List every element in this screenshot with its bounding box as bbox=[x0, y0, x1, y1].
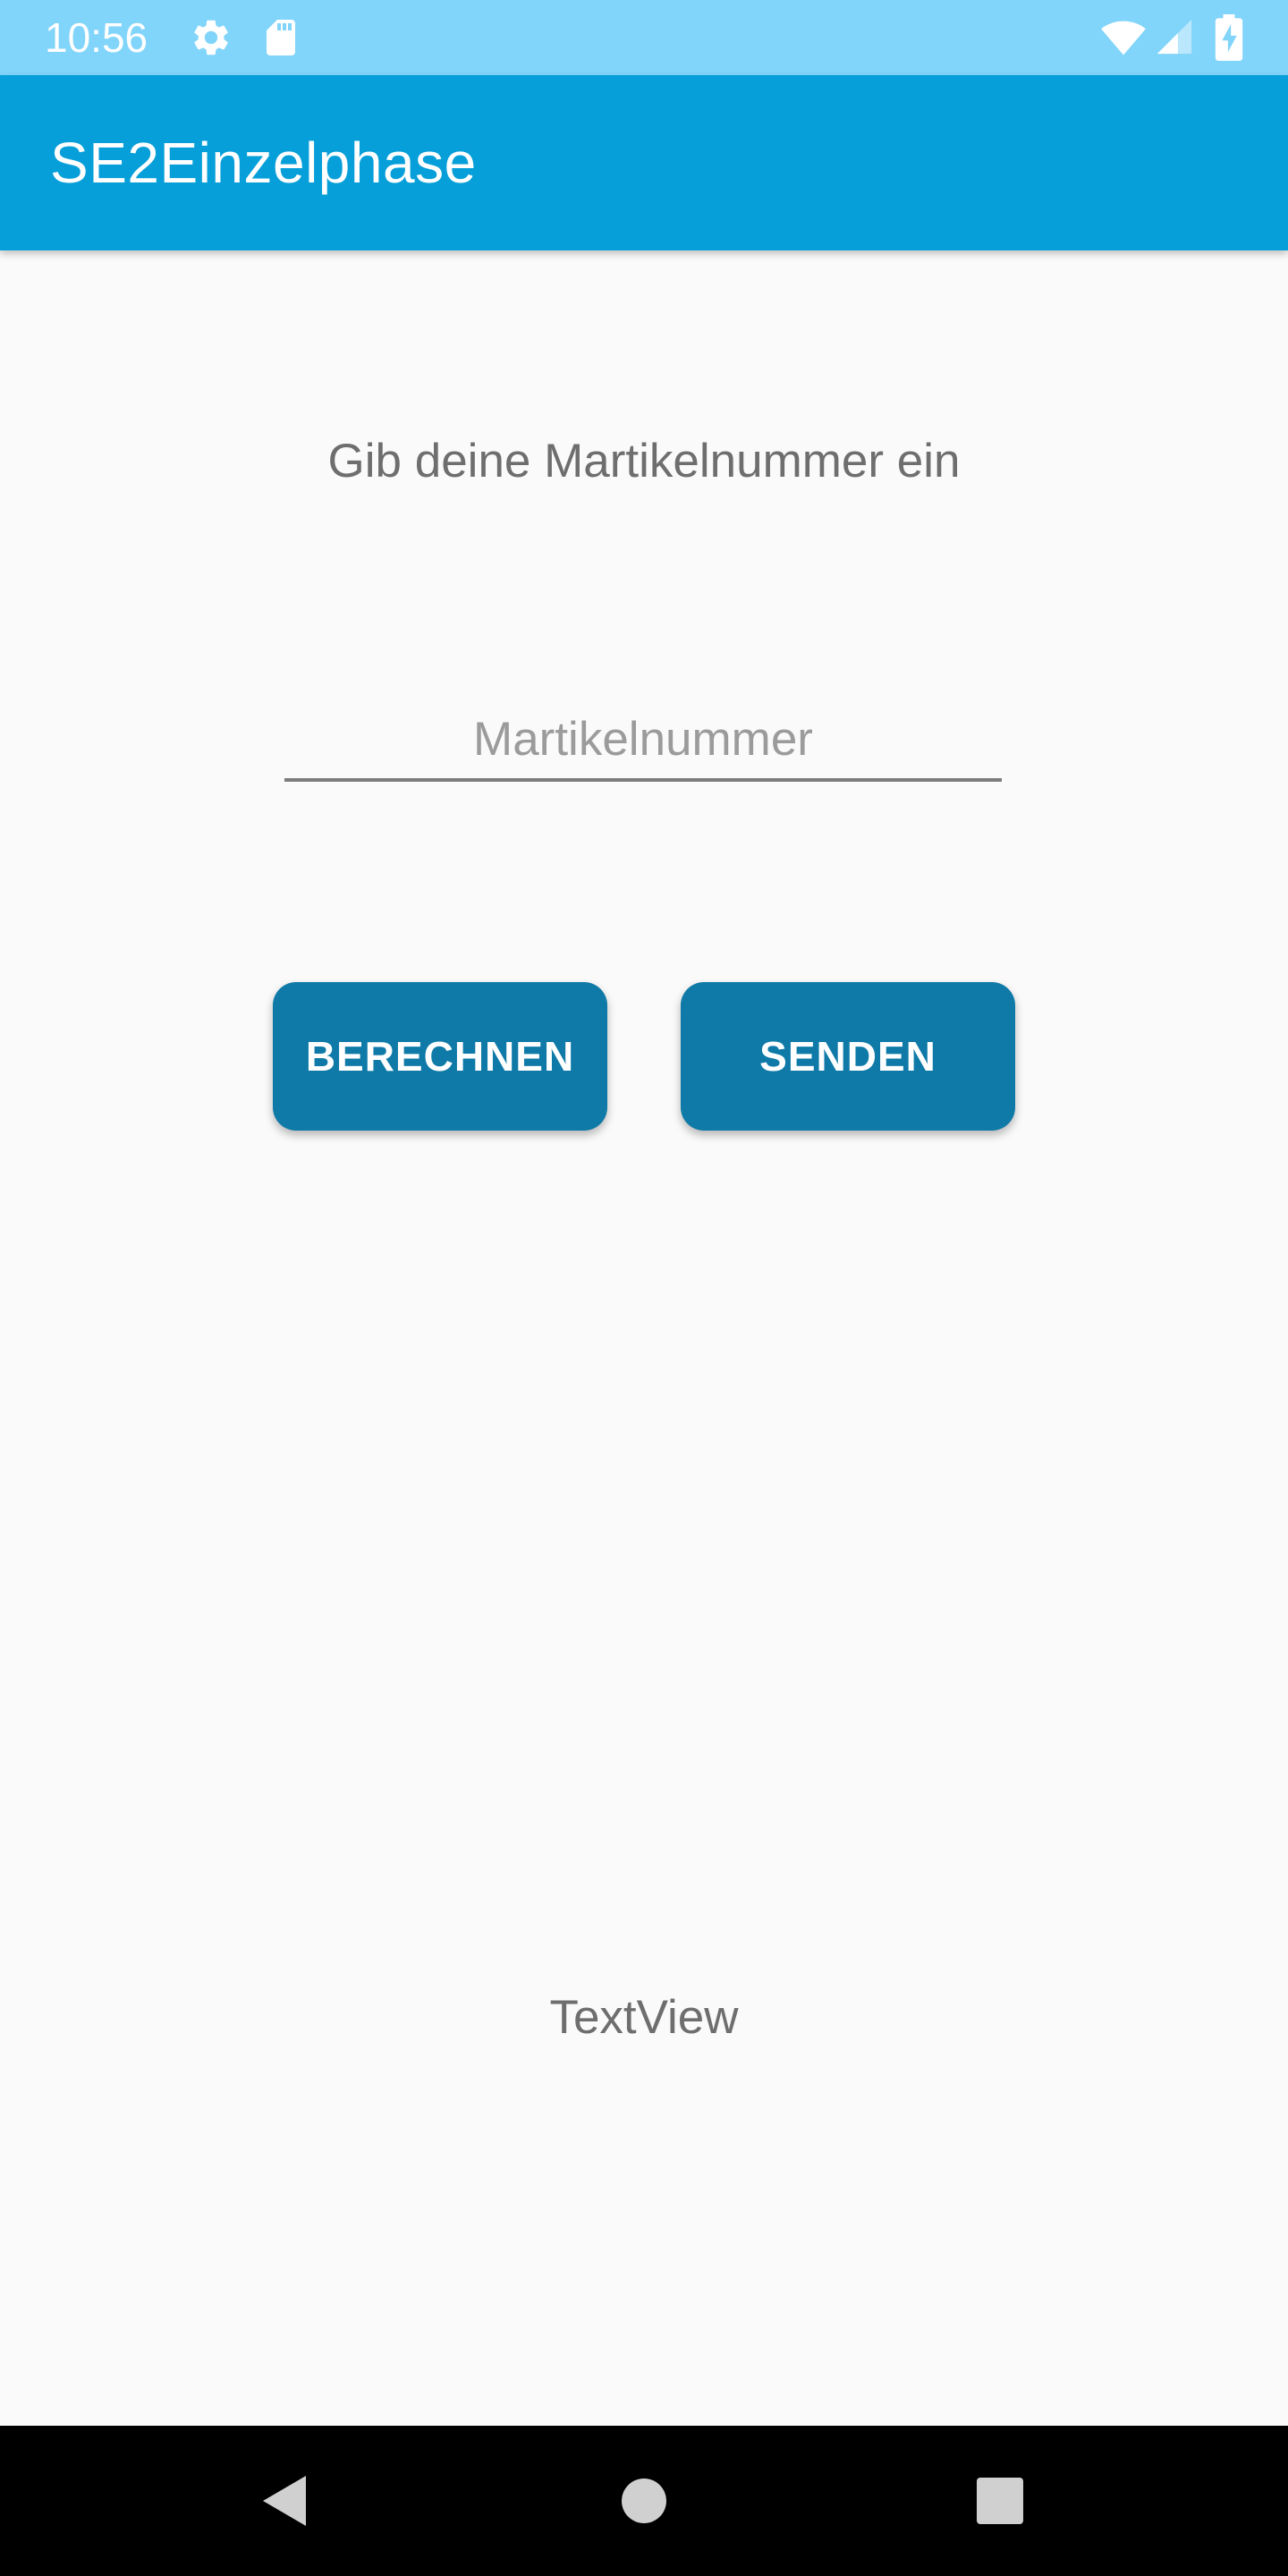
sd-card-icon bbox=[259, 16, 302, 59]
calculate-button[interactable]: BERECHNEN bbox=[273, 982, 607, 1131]
battery-charging-icon bbox=[1213, 14, 1245, 61]
matriculation-number-input[interactable] bbox=[284, 699, 1002, 782]
status-bar: 10:56 bbox=[0, 0, 1288, 75]
recents-icon[interactable] bbox=[961, 2462, 1039, 2540]
app-title: SE2Einzelphase bbox=[50, 131, 477, 195]
result-text: TextView bbox=[549, 1991, 739, 2044]
status-time: 10:56 bbox=[45, 14, 148, 61]
signal-icon bbox=[1154, 14, 1195, 59]
wifi-icon bbox=[1100, 14, 1147, 61]
prompt-text: Gib deine Martikelnummer ein bbox=[327, 435, 961, 487]
home-icon[interactable] bbox=[605, 2462, 683, 2540]
matriculation-number-field-wrapper bbox=[284, 699, 1002, 782]
navigation-bar bbox=[0, 2426, 1288, 2576]
settings-icon bbox=[190, 16, 233, 59]
screen: 10:56 SE2Einzelphase Gib deine Martikeln… bbox=[0, 0, 1288, 2576]
app-bar: SE2Einzelphase bbox=[0, 75, 1288, 250]
send-button[interactable]: SENDEN bbox=[681, 982, 1015, 1131]
back-icon[interactable] bbox=[245, 2462, 324, 2540]
